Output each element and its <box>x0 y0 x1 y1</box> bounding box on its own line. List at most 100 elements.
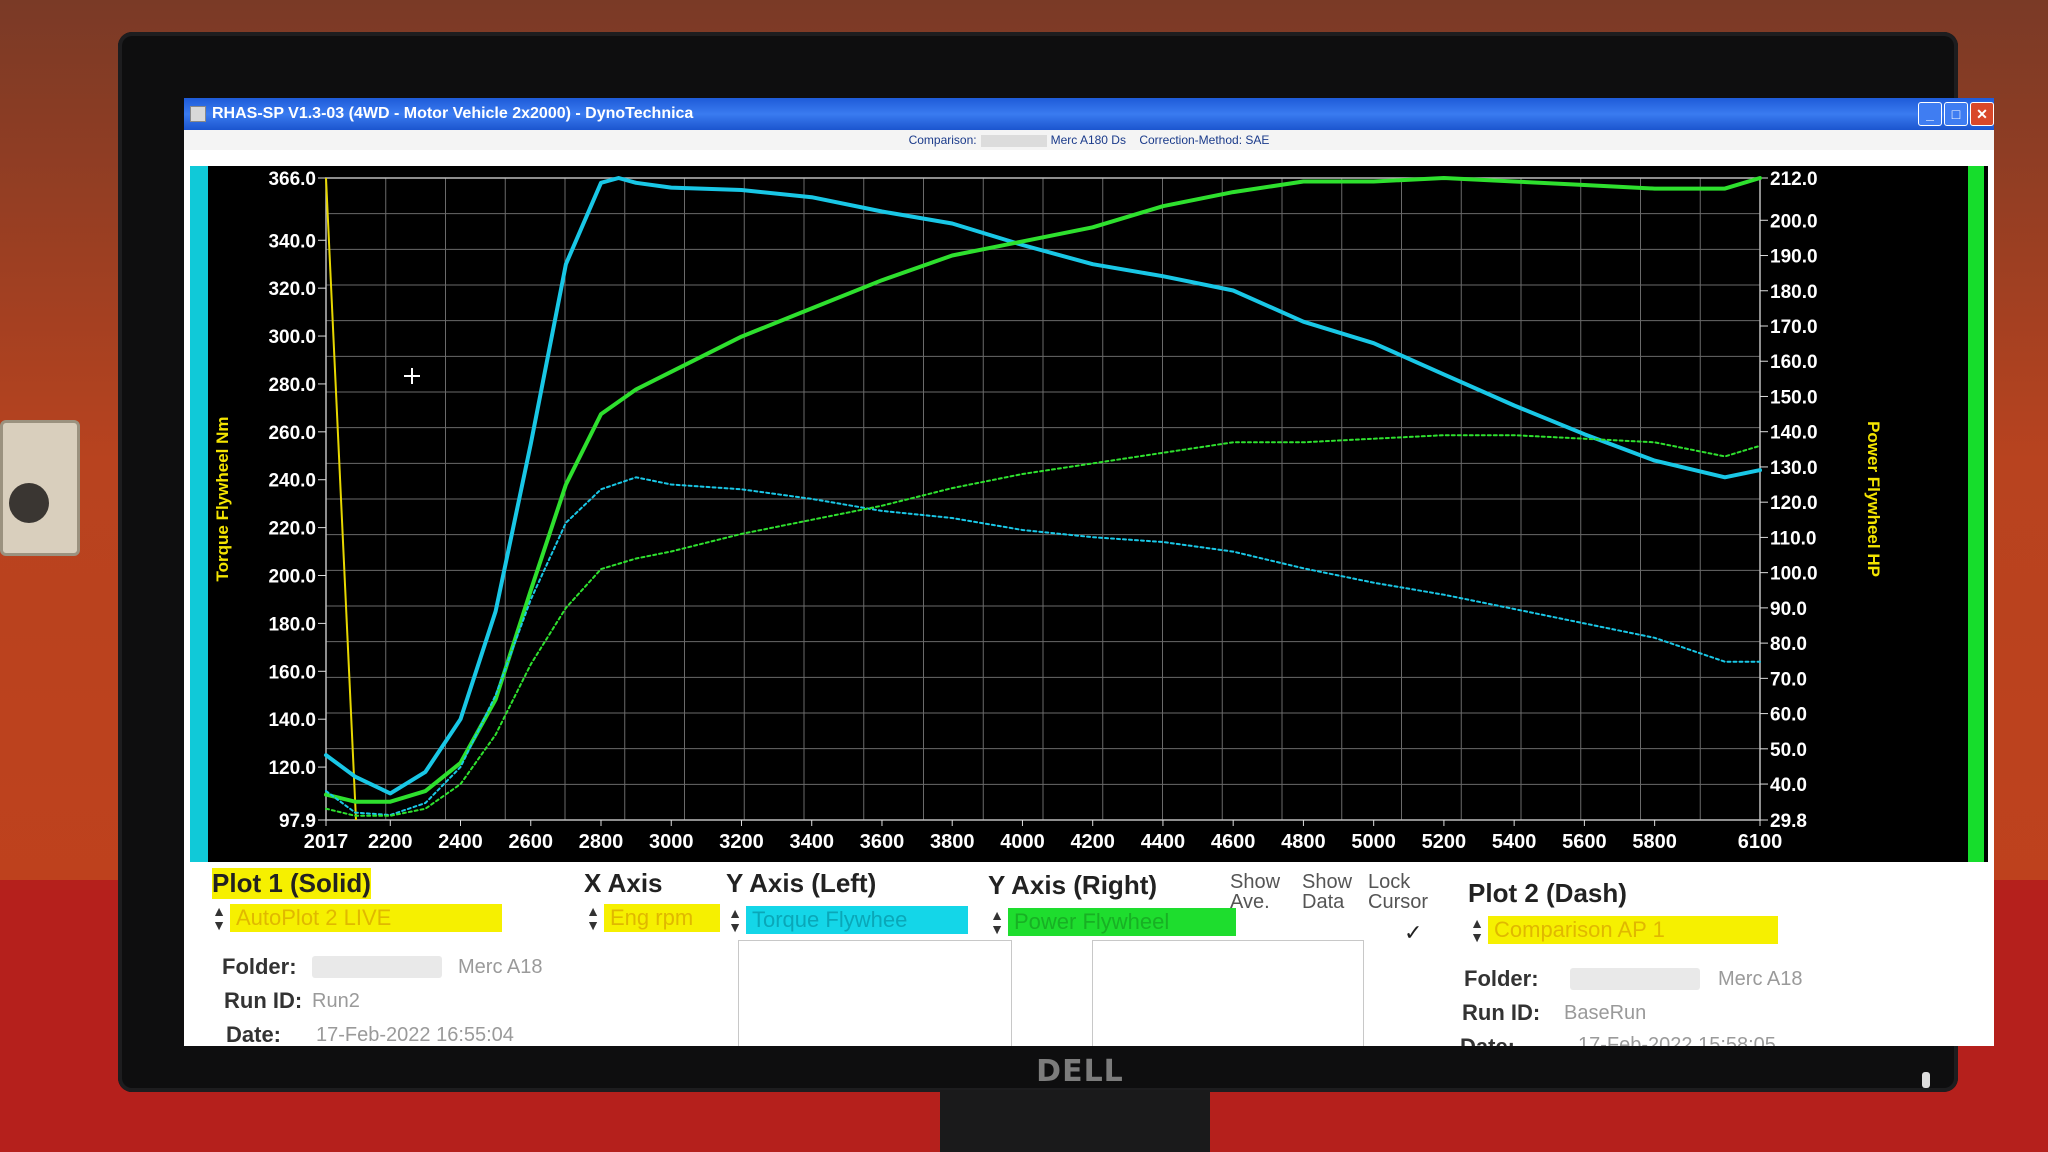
y-right-tick-label: 190.0 <box>1770 247 1818 268</box>
lock-cursor-checkbox[interactable]: ✓ <box>1404 920 1422 946</box>
plot1-date-value: 17-Feb-2022 16:55:04 <box>316 1024 514 1046</box>
x-tick-label: 6100 <box>1738 831 1783 853</box>
y-right-tick-label: 180.0 <box>1770 282 1818 303</box>
redacted-block <box>312 956 442 978</box>
app-icon[interactable] <box>190 106 206 122</box>
y-right-tick-label: 130.0 <box>1770 458 1818 479</box>
y-left-tick-label: 280.0 <box>268 375 316 396</box>
x-tick-label: 4400 <box>1141 831 1186 853</box>
yaxis-right-select[interactable]: Power Flywheel <box>1008 908 1236 936</box>
x-tick-label: 2200 <box>368 831 413 853</box>
y-left-tick-label: 120.0 <box>268 758 316 779</box>
plot2-folder-label: Folder: <box>1464 966 1539 991</box>
y-right-tick-label: 100.0 <box>1770 564 1818 585</box>
y-right-tick-label: 90.0 <box>1770 599 1807 620</box>
app-window: RHAS-SP V1.3-03 (4WD - Motor Vehicle 2x2… <box>184 98 1994 1046</box>
xaxis-label: X Axis <box>584 868 663 898</box>
minimize-button[interactable]: _ <box>1918 102 1942 126</box>
x-tick-label: 4800 <box>1281 831 1326 853</box>
x-tick-label: 4600 <box>1211 831 1256 853</box>
correction-value: SAE <box>1245 133 1270 147</box>
plot1-runid-label: Run ID: <box>224 988 303 1013</box>
y-left-tick-label: 200.0 <box>268 567 316 588</box>
redacted-block <box>980 134 1047 147</box>
y-right-tick-label: 140.0 <box>1770 423 1818 444</box>
y-right-tick-label: 212.0 <box>1770 169 1818 190</box>
xaxis-select[interactable]: Eng rpm <box>604 904 720 932</box>
close-button[interactable]: ✕ <box>1970 102 1994 126</box>
plot1-folder-value: Merc A18 <box>458 956 543 978</box>
y-left-tick-label: 260.0 <box>268 423 316 444</box>
y-left-tick-label: 240.0 <box>268 471 316 492</box>
y-right-tick-label: 50.0 <box>1770 740 1807 761</box>
plot1-date-label: Date: <box>226 1022 282 1046</box>
controls-panel: Plot 1 (Solid) X Axis Y Axis (Left) Y Ax… <box>190 862 1988 1046</box>
y-left-tick-label: 320.0 <box>268 279 316 300</box>
redacted-block <box>1570 968 1700 990</box>
title-bar[interactable]: RHAS-SP V1.3-03 (4WD - Motor Vehicle 2x2… <box>184 98 1994 130</box>
y-right-tick-label: 170.0 <box>1770 317 1818 338</box>
x-tick-label: 2400 <box>438 831 483 853</box>
correction-label: Correction-Method: <box>1139 133 1243 147</box>
stats-box-left <box>738 940 1012 1046</box>
plot2-spin-icon[interactable]: ▲ ▼ <box>1470 916 1484 944</box>
y-right-tick-label: 150.0 <box>1770 387 1818 408</box>
wall-outlet <box>0 420 80 556</box>
comparison-label: Comparison: <box>908 133 977 147</box>
y-left-tick-label: 180.0 <box>268 614 316 635</box>
stats-box-right <box>1092 940 1364 1046</box>
x-tick-label: 4000 <box>1000 831 1045 853</box>
y-left-axis-label: Torque Flywheel Nm <box>213 417 232 582</box>
plot1-runid-value: Run2 <box>312 990 360 1012</box>
x-tick-label: 2800 <box>579 831 624 853</box>
plot1-select[interactable]: AutoPlot 2 LIVE <box>230 904 502 932</box>
x-tick-label: 3000 <box>649 831 694 853</box>
x-tick-label: 4200 <box>1070 831 1115 853</box>
dyno-chart[interactable]: 2017 2200 2400 2600 2800 3000 3200 3400 3600 3800… <box>208 166 1968 862</box>
x-tick-label: 2017 <box>304 831 349 853</box>
y-left-tick-label: 220.0 <box>268 519 316 540</box>
plot1-spin-icon[interactable]: ▲ ▼ <box>212 904 226 932</box>
right-axis-color-stripe <box>1968 166 1984 862</box>
y-right-tick-label: 200.0 <box>1770 211 1818 232</box>
plot2-runid-value: BaseRun <box>1564 1002 1647 1024</box>
plot2-folder-value: Merc A18 <box>1718 968 1803 990</box>
plot-area[interactable]: 2017 2200 2400 2600 2800 3000 3200 3400 3600 3800… <box>190 166 1988 862</box>
show-data-label: Show Data <box>1302 871 1353 913</box>
y-right-tick-label: 120.0 <box>1770 493 1818 514</box>
y-left-tick-label: 140.0 <box>268 710 316 731</box>
yaxis-left-label: Y Axis (Left) <box>726 868 877 898</box>
x-tick-label: 5400 <box>1492 831 1537 853</box>
y-right-tick-label: 29.8 <box>1770 811 1807 832</box>
x-tick-label: 3400 <box>789 831 834 853</box>
power-indicator <box>1922 1072 1930 1088</box>
monitor-stand <box>940 1090 1210 1152</box>
y-right-tick-label: 40.0 <box>1770 775 1807 796</box>
x-tick-label: 3600 <box>860 831 905 853</box>
yaxis-left-spin-icon[interactable]: ▲ ▼ <box>728 906 742 934</box>
yaxis-right-spin-icon[interactable]: ▲ ▼ <box>990 908 1004 936</box>
y-left-tick-label: 97.9 <box>279 811 316 832</box>
show-ave-label: Show Ave. <box>1230 871 1281 913</box>
chart-subtitle: Comparison: Merc A180 Ds Correction-Metho… <box>184 133 1994 147</box>
x-tick-label: 3200 <box>719 831 764 853</box>
x-tick-label: 5200 <box>1422 831 1467 853</box>
maximize-button[interactable]: □ <box>1944 102 1968 126</box>
y-right-tick-label: 110.0 <box>1770 528 1817 549</box>
window-title: RHAS-SP V1.3-03 (4WD - Motor Vehicle 2x2… <box>212 105 694 122</box>
y-right-tick-label: 60.0 <box>1770 705 1807 726</box>
plot2-runid-label: Run ID: <box>1462 1000 1541 1025</box>
plot2-date-value: 17-Feb-2022 15:58:05 <box>1578 1034 1776 1046</box>
chart-subtitle-bar: Comparison: Merc A180 Ds Correction-Metho… <box>184 130 1994 150</box>
y-left-tick-label: 340.0 <box>268 231 316 252</box>
comparison-name: Merc A180 Ds <box>1050 133 1126 147</box>
plot1-label: Plot 1 (Solid) <box>212 868 371 899</box>
x-tick-label: 5800 <box>1632 831 1677 853</box>
y-left-tick-label: 300.0 <box>268 327 316 348</box>
plot2-select[interactable]: Comparison AP 1 <box>1488 916 1778 944</box>
yaxis-left-select[interactable]: Torque Flywhee <box>746 906 968 934</box>
monitor-brand-logo: DELL <box>1036 1054 1124 1089</box>
xaxis-spin-icon[interactable]: ▲ ▼ <box>586 904 600 932</box>
x-tick-label: 5600 <box>1562 831 1607 853</box>
outlet-socket <box>9 483 49 523</box>
